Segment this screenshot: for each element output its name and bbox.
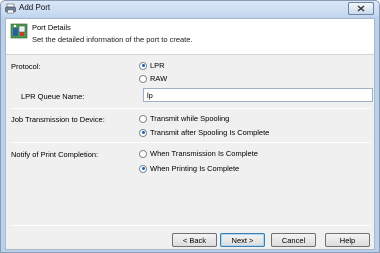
close-icon	[357, 5, 365, 12]
radio-label: Transmit after Spooling Is Complete	[150, 128, 270, 137]
radio-selected-indicator	[139, 61, 147, 70]
printer-port-icon	[10, 23, 28, 39]
notify-printing-complete-radio[interactable]: When Printing Is Complete	[139, 164, 239, 173]
transmit-after-spooling-radio[interactable]: Transmit after Spooling Is Complete	[139, 128, 269, 137]
radio-unselected-indicator	[139, 149, 147, 158]
close-button[interactable]	[348, 2, 374, 15]
radio-label: LPR	[150, 61, 165, 70]
radio-label: Transmit while Spooling	[150, 114, 230, 123]
cancel-button[interactable]: Cancel	[271, 233, 316, 247]
radio-unselected-indicator	[139, 74, 147, 83]
notify-label: Notify of Print Completion:	[11, 150, 99, 159]
wizard-header: Port Details Set the detailed informatio…	[6, 19, 374, 55]
radio-selected-indicator	[139, 164, 147, 173]
radio-label: When Transmission Is Complete	[150, 149, 258, 158]
notify-transmission-complete-radio[interactable]: When Transmission Is Complete	[139, 149, 258, 158]
window-title: Add Port	[19, 3, 51, 12]
divider	[11, 225, 371, 226]
protocol-raw-radio[interactable]: RAW	[139, 74, 167, 83]
queue-name-input[interactable]	[143, 88, 373, 102]
dialog-body: Port Details Set the detailed informatio…	[5, 18, 375, 250]
add-port-dialog: Add Port Port Details Set the detailed i…	[0, 0, 380, 253]
protocol-label: Protocol:	[11, 62, 41, 71]
header-description: Set the detailed information of the port…	[32, 35, 193, 44]
radio-selected-indicator	[139, 128, 147, 137]
radio-unselected-indicator	[139, 114, 147, 123]
next-button[interactable]: Next >	[220, 233, 265, 247]
radio-label: When Printing Is Complete	[150, 164, 240, 173]
radio-label: RAW	[150, 74, 168, 83]
divider	[11, 108, 371, 109]
protocol-lpr-radio[interactable]: LPR	[139, 61, 165, 70]
transmission-label: Job Transmission to Device:	[11, 115, 105, 124]
printer-icon	[5, 3, 16, 14]
title-bar[interactable]: Add Port	[1, 1, 379, 17]
back-button[interactable]: < Back	[172, 233, 217, 247]
transmit-while-spooling-radio[interactable]: Transmit while Spooling	[139, 114, 229, 123]
help-button[interactable]: Help	[325, 233, 370, 247]
queue-name-label: LPR Queue Name:	[21, 92, 85, 101]
divider	[11, 142, 371, 143]
header-title: Port Details	[32, 23, 71, 32]
